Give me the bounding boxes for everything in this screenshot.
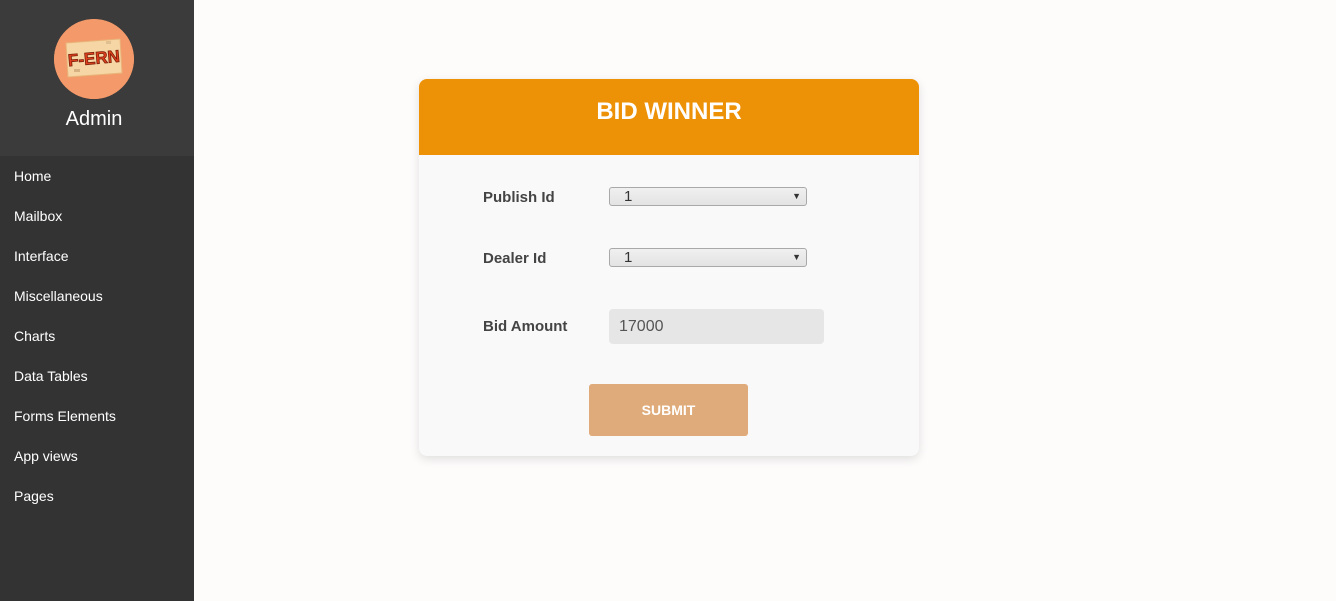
bid-amount-label: Bid Amount [483, 318, 568, 335]
dealer-id-value: 1 [624, 249, 633, 266]
sidebar-item-forms-elements[interactable]: Forms Elements [0, 396, 194, 436]
chevron-down-icon: ▼ [792, 191, 801, 201]
user-name: Admin [65, 108, 123, 130]
chevron-down-icon: ▼ [792, 252, 801, 262]
sidebar-item-app-views[interactable]: App views [0, 436, 194, 476]
dealer-id-select[interactable]: 1 ▼ [609, 248, 807, 267]
card-title: BID WINNER [419, 79, 919, 155]
profile-panel: F-ERN Admin [0, 0, 194, 156]
publish-id-select[interactable]: 1 ▼ [609, 187, 807, 206]
sidebar-item-charts[interactable]: Charts [0, 316, 194, 356]
sidebar-item-miscellaneous[interactable]: Miscellaneous [0, 276, 194, 316]
sidebar-item-home[interactable]: Home [0, 156, 194, 196]
bid-amount-input[interactable]: 17000 [609, 309, 824, 344]
sidebar-nav: Home Mailbox Interface Miscellaneous Cha… [0, 156, 194, 516]
submit-button[interactable]: SUBMIT [589, 384, 748, 436]
sidebar: F-ERN Admin Home Mailbox Interface Misce… [0, 0, 194, 601]
bid-winner-card: BID WINNER Publish Id 1 ▼ Dealer Id 1 ▼ … [419, 79, 919, 456]
publish-id-label: Publish Id [483, 189, 555, 206]
sidebar-item-data-tables[interactable]: Data Tables [0, 356, 194, 396]
publish-id-value: 1 [624, 188, 633, 205]
sidebar-item-mailbox[interactable]: Mailbox [0, 196, 194, 236]
logo: F-ERN [54, 19, 134, 99]
sidebar-item-interface[interactable]: Interface [0, 236, 194, 276]
sidebar-item-pages[interactable]: Pages [0, 476, 194, 516]
dealer-id-label: Dealer Id [483, 250, 547, 267]
